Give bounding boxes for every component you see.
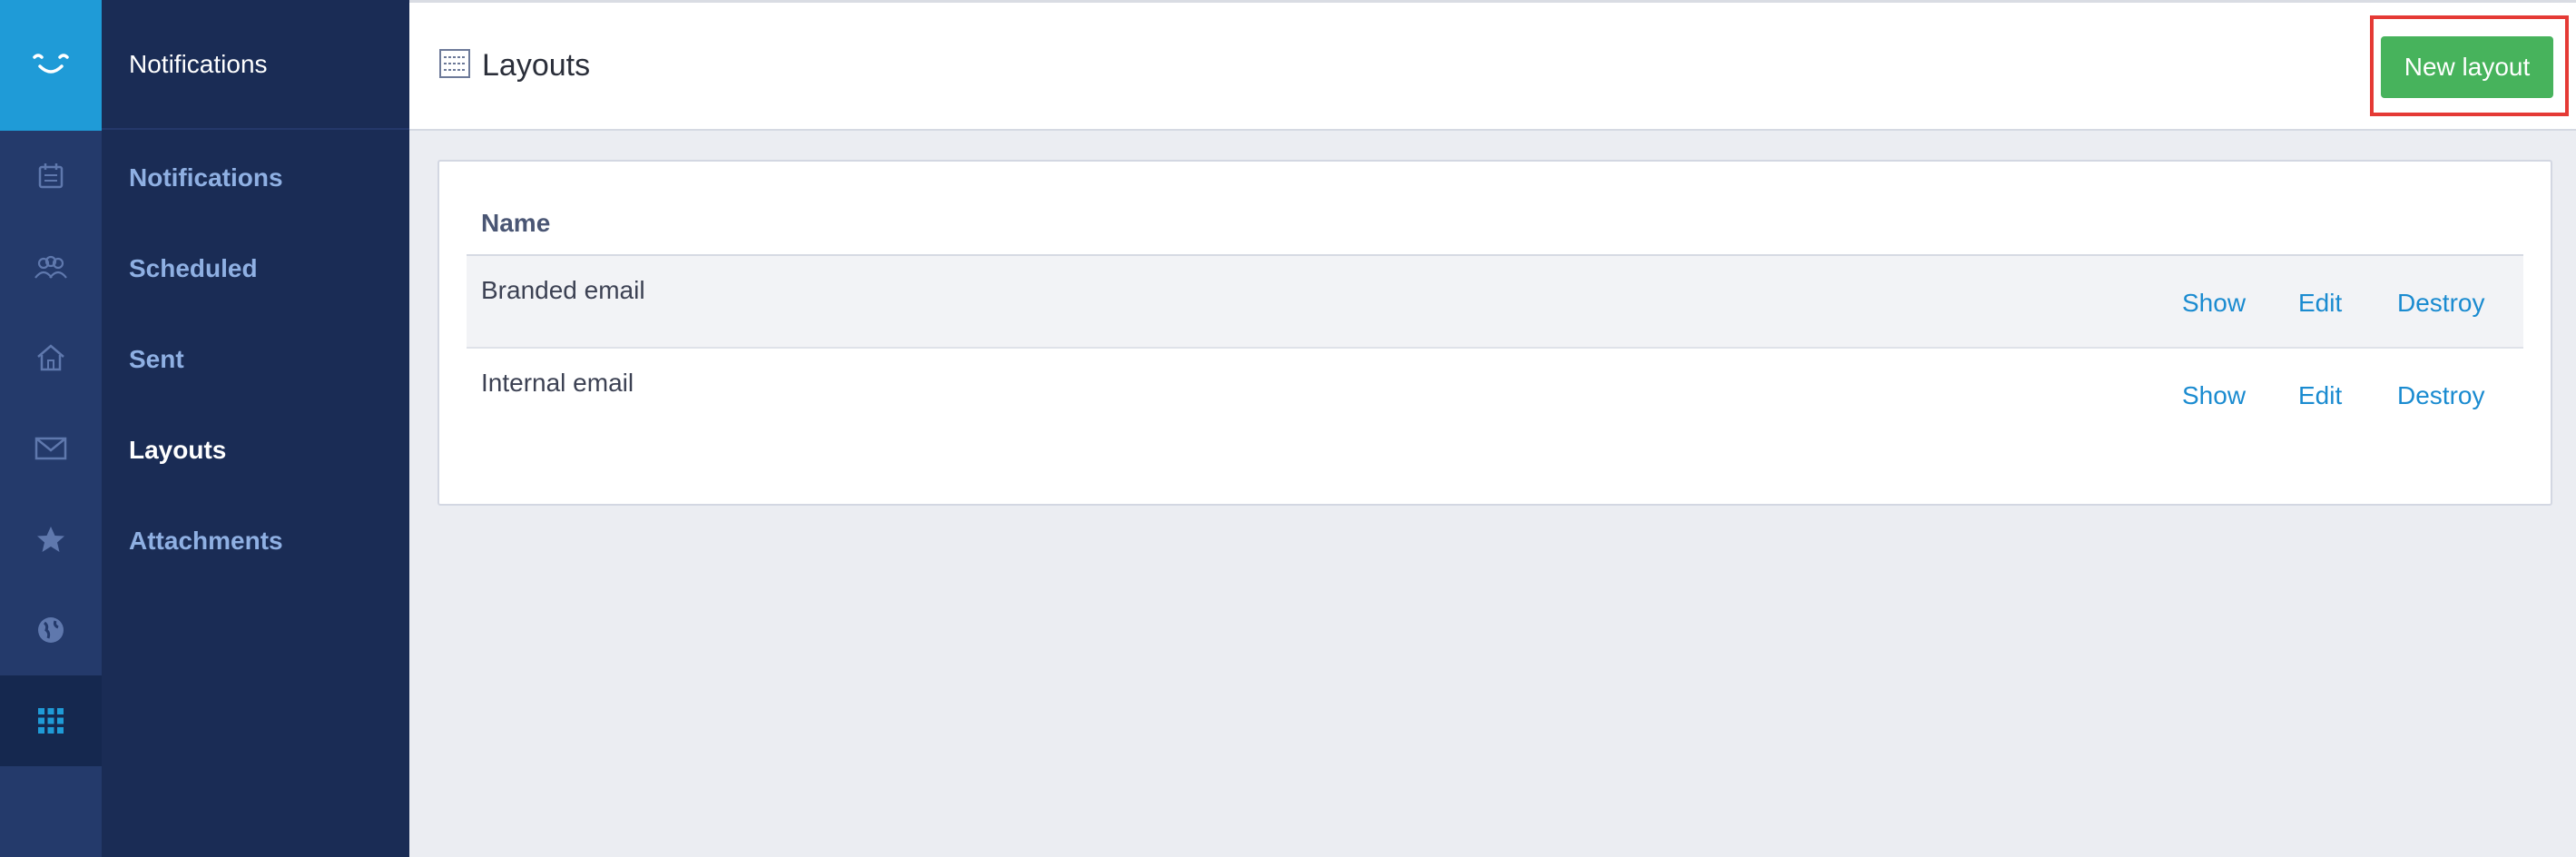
sidebar-item-scheduled[interactable]: Scheduled xyxy=(129,254,258,283)
sidebar-item-sent[interactable]: Sent xyxy=(129,345,184,374)
show-link[interactable]: Show xyxy=(2182,289,2246,318)
row-name: Internal email xyxy=(481,369,634,397)
sidebar-item-layouts[interactable]: Layouts xyxy=(129,436,226,465)
globe-icon[interactable] xyxy=(0,585,102,675)
sidebar-item-notifications[interactable]: Notifications xyxy=(129,163,283,192)
edit-link[interactable]: Edit xyxy=(2298,289,2342,318)
destroy-link[interactable]: Destroy xyxy=(2397,381,2484,410)
mail-icon[interactable] xyxy=(0,403,102,494)
table-row: Branded email Show Edit Destroy xyxy=(467,256,2523,349)
star-icon[interactable] xyxy=(0,494,102,585)
calendar-icon[interactable] xyxy=(0,131,102,222)
layouts-table: Name Branded email Show Edit Destroy Int… xyxy=(438,160,2552,506)
sidebar-nav: Notifications Notifications Scheduled Se… xyxy=(102,0,409,857)
sidebar-item-attachments[interactable]: Attachments xyxy=(129,527,283,556)
show-link[interactable]: Show xyxy=(2182,381,2246,410)
logo-icon[interactable] xyxy=(0,0,102,131)
layout-icon xyxy=(438,48,471,84)
new-layout-button[interactable]: New layout xyxy=(2381,36,2553,98)
page-title: Layouts xyxy=(482,48,591,83)
home-icon[interactable] xyxy=(0,312,102,403)
grid-icon[interactable] xyxy=(0,675,102,766)
column-header-name: Name xyxy=(481,209,551,237)
nav-header: Notifications xyxy=(102,0,409,130)
edit-link[interactable]: Edit xyxy=(2298,381,2342,410)
row-name: Branded email xyxy=(481,276,645,304)
destroy-link[interactable]: Destroy xyxy=(2397,289,2484,318)
page-header: Layouts New layout xyxy=(409,0,2576,131)
icon-rail xyxy=(0,0,102,857)
table-row: Internal email Show Edit Destroy xyxy=(467,349,2523,441)
users-icon[interactable] xyxy=(0,222,102,312)
